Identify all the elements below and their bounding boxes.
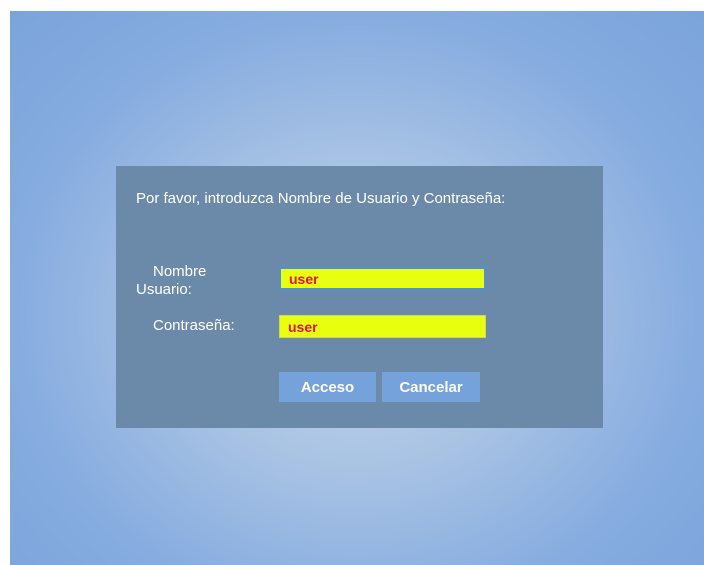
page-background: Por favor, introduzca Nombre de Usuario … — [10, 11, 704, 565]
submit-button[interactable]: Acceso — [279, 372, 376, 402]
username-input[interactable] — [279, 267, 486, 290]
password-input[interactable] — [279, 315, 486, 338]
username-label-line1: Nombre — [153, 263, 207, 280]
login-prompt: Por favor, introduzca Nombre de Usuario … — [136, 190, 506, 207]
login-dialog: Por favor, introduzca Nombre de Usuario … — [116, 166, 603, 428]
password-label: Contraseña: — [153, 317, 235, 334]
username-label: Nombre Usuario: — [136, 263, 246, 299]
cancel-button[interactable]: Cancelar — [382, 372, 480, 402]
username-label-line2: Usuario: — [136, 281, 192, 298]
